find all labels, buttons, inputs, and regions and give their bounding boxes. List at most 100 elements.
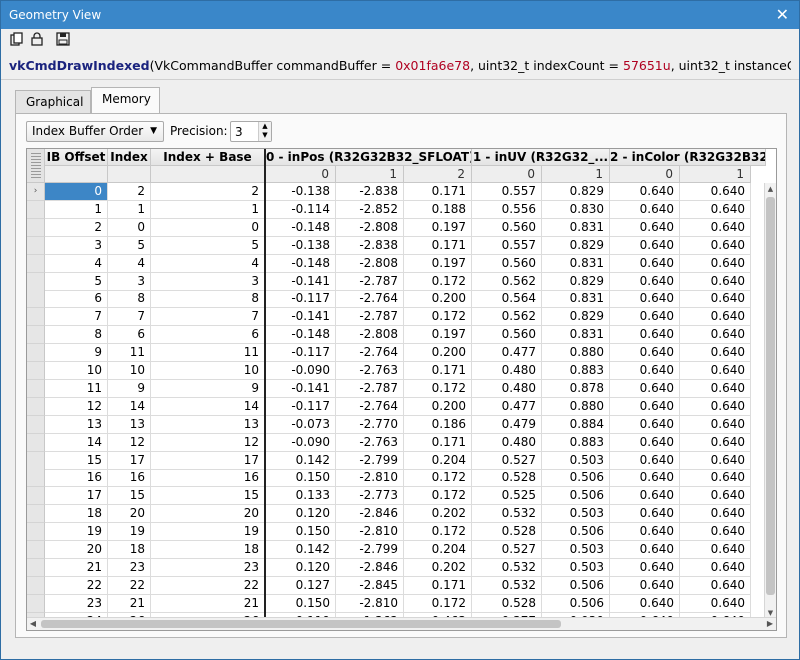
table-cell[interactable]: 0.831 xyxy=(542,290,610,308)
row-header[interactable] xyxy=(27,577,45,595)
row-header[interactable] xyxy=(27,541,45,559)
table-cell[interactable]: 0.127 xyxy=(266,577,336,595)
scroll-thumb[interactable] xyxy=(766,197,775,595)
table-cell[interactable]: 0.640 xyxy=(680,434,751,452)
table-cell[interactable]: 0.883 xyxy=(542,362,610,380)
table-cell[interactable]: 0.640 xyxy=(680,273,751,291)
table-cell[interactable]: 2 xyxy=(151,183,265,201)
table-cell[interactable]: 0.884 xyxy=(542,416,610,434)
table-cell[interactable]: 0.640 xyxy=(610,201,680,219)
table-cell[interactable]: 23 xyxy=(45,595,108,613)
table-cell[interactable]: 0.142 xyxy=(266,452,336,470)
table-cell[interactable]: 0.640 xyxy=(610,577,680,595)
table-cell[interactable]: 7 xyxy=(45,308,108,326)
table-cell[interactable]: 18 xyxy=(45,505,108,523)
table-cell[interactable]: 15 xyxy=(108,487,151,505)
table-cell[interactable]: -2.838 xyxy=(336,237,404,255)
table-cell[interactable]: 6 xyxy=(108,326,151,344)
table-cell[interactable]: 19 xyxy=(45,523,108,541)
col-header-index[interactable]: Index xyxy=(108,149,151,166)
table-cell[interactable]: -2.787 xyxy=(336,308,404,326)
table-cell[interactable]: 13 xyxy=(108,416,151,434)
table-cell[interactable]: -2.770 xyxy=(336,416,404,434)
table-cell[interactable]: 11 xyxy=(151,344,265,362)
table-cell[interactable]: 0.150 xyxy=(266,469,336,487)
table-cell[interactable]: 0.527 xyxy=(472,452,542,470)
table-cell[interactable]: 0.527 xyxy=(472,541,542,559)
row-header[interactable] xyxy=(27,416,45,434)
table-cell[interactable]: 14 xyxy=(108,398,151,416)
row-header[interactable]: › xyxy=(27,183,45,201)
table-cell[interactable]: -2.787 xyxy=(336,380,404,398)
table-cell[interactable]: -0.114 xyxy=(266,201,336,219)
table-cell[interactable]: 17 xyxy=(45,487,108,505)
table-cell[interactable]: 22 xyxy=(151,577,265,595)
table-cell[interactable]: 0.528 xyxy=(472,595,542,613)
table-cell[interactable]: 0.197 xyxy=(404,255,472,273)
table-cell[interactable]: 10 xyxy=(151,362,265,380)
table-cell[interactable]: -0.141 xyxy=(266,273,336,291)
table-cell[interactable]: 0.640 xyxy=(680,326,751,344)
table-cell[interactable]: 0.171 xyxy=(404,237,472,255)
table-cell[interactable]: 0.528 xyxy=(472,523,542,541)
table-cell[interactable]: 0.640 xyxy=(680,452,751,470)
table-cell[interactable]: -2.810 xyxy=(336,595,404,613)
table-cell[interactable]: 0.640 xyxy=(680,487,751,505)
table-cell[interactable]: 13 xyxy=(45,416,108,434)
table-cell[interactable]: 0.133 xyxy=(266,487,336,505)
table-cell[interactable]: 16 xyxy=(151,469,265,487)
table-cell[interactable]: 0.640 xyxy=(680,577,751,595)
table-cell[interactable]: 0.556 xyxy=(472,201,542,219)
table-cell[interactable]: 17 xyxy=(108,452,151,470)
row-header[interactable] xyxy=(27,452,45,470)
table-cell[interactable]: 21 xyxy=(151,595,265,613)
table-cell[interactable]: -2.764 xyxy=(336,398,404,416)
spin-buttons[interactable]: ▲ ▼ xyxy=(258,122,271,141)
table-cell[interactable]: 0.532 xyxy=(472,559,542,577)
table-cell[interactable]: 0.200 xyxy=(404,344,472,362)
table-cell[interactable]: 0.640 xyxy=(680,237,751,255)
table-cell[interactable]: 0.640 xyxy=(610,237,680,255)
table-cell[interactable]: 0.640 xyxy=(680,308,751,326)
table-cell[interactable]: 0.564 xyxy=(472,290,542,308)
table-cell[interactable]: 0 xyxy=(151,219,265,237)
table-cell[interactable]: -0.138 xyxy=(266,183,336,201)
table-cell[interactable]: 0.557 xyxy=(472,237,542,255)
table-cell[interactable]: -2.846 xyxy=(336,559,404,577)
table-cell[interactable]: 0.477 xyxy=(472,398,542,416)
table-cell[interactable]: 0.532 xyxy=(472,505,542,523)
table-cell[interactable]: 14 xyxy=(151,398,265,416)
table-cell[interactable]: 7 xyxy=(151,308,265,326)
table-cell[interactable]: 0.640 xyxy=(610,505,680,523)
table-corner[interactable] xyxy=(27,149,45,183)
table-cell[interactable]: 16 xyxy=(45,469,108,487)
row-header[interactable] xyxy=(27,469,45,487)
table-cell[interactable]: 20 xyxy=(151,505,265,523)
scroll-right-icon[interactable]: ▶ xyxy=(764,618,776,630)
table-cell[interactable]: 0.200 xyxy=(404,290,472,308)
table-cell[interactable]: 6 xyxy=(45,290,108,308)
table-cell[interactable]: 0.197 xyxy=(404,326,472,344)
table-cell[interactable]: -2.773 xyxy=(336,487,404,505)
table-cell[interactable]: 0.506 xyxy=(542,595,610,613)
table-cell[interactable]: 0.878 xyxy=(542,380,610,398)
table-cell[interactable]: 0.506 xyxy=(542,469,610,487)
memory-table[interactable]: IB Offset Index Index + Base 0 - inPos (… xyxy=(26,148,777,631)
table-cell[interactable]: 0.560 xyxy=(472,326,542,344)
table-cell[interactable]: -0.117 xyxy=(266,398,336,416)
table-cell[interactable]: 0.640 xyxy=(610,559,680,577)
table-cell[interactable]: 0.640 xyxy=(680,416,751,434)
table-cell[interactable]: 0.640 xyxy=(610,541,680,559)
table-cell[interactable]: 3 xyxy=(45,237,108,255)
table-cell[interactable]: 0.831 xyxy=(542,219,610,237)
close-icon[interactable]: ✕ xyxy=(776,5,789,24)
table-cell[interactable]: 0.830 xyxy=(542,201,610,219)
table-cell[interactable]: 0.172 xyxy=(404,308,472,326)
table-cell[interactable]: 0.640 xyxy=(680,380,751,398)
table-cell[interactable]: 7 xyxy=(108,308,151,326)
table-cell[interactable]: 2 xyxy=(108,183,151,201)
table-cell[interactable]: 0.560 xyxy=(472,219,542,237)
col-header-inuv[interactable]: 1 - inUV (R32G32_... xyxy=(472,149,610,166)
row-header[interactable] xyxy=(27,559,45,577)
table-cell[interactable]: -0.117 xyxy=(266,290,336,308)
